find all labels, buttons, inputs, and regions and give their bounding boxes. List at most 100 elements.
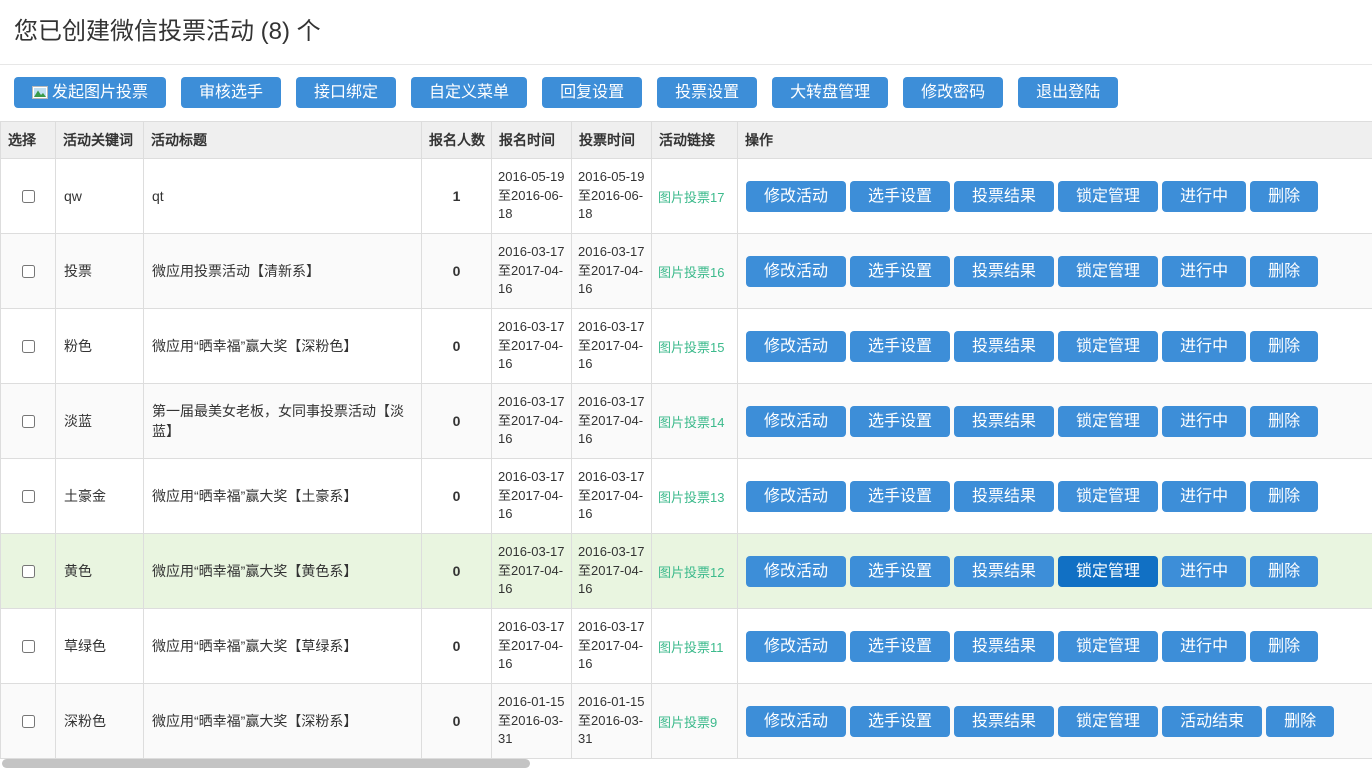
row-checkbox[interactable] <box>22 190 35 203</box>
status-button[interactable]: 进行中 <box>1162 256 1246 287</box>
title-cell: qt <box>144 159 422 234</box>
actions-cell: 修改活动选手设置投票结果锁定管理进行中删除 <box>738 459 1372 534</box>
toolbar: 发起图片投票审核选手接口绑定自定义菜单回复设置投票设置 大转盘管理 修改密码 退出登陆 <box>14 77 1372 108</box>
edit-activity-button[interactable]: 修改活动 <box>746 406 846 437</box>
edit-activity-button[interactable]: 修改活动 <box>746 181 846 212</box>
edit-activity-button[interactable]: 修改活动 <box>746 256 846 287</box>
lock-management-button[interactable]: 锁定管理 <box>1058 706 1158 737</box>
activity-link[interactable]: 图片投票9 <box>658 715 717 730</box>
status-button[interactable]: 进行中 <box>1162 406 1246 437</box>
select-cell <box>1 159 56 234</box>
toolbar-button-9[interactable]: 退出登陆 <box>1018 77 1118 108</box>
player-settings-button[interactable]: 选手设置 <box>850 631 950 662</box>
keyword-cell: 粉色 <box>56 309 144 384</box>
delete-button[interactable]: 删除 <box>1250 331 1318 362</box>
vote-results-button[interactable]: 投票结果 <box>954 631 1054 662</box>
toolbar-button-5[interactable]: 回复设置 <box>542 77 642 108</box>
toolbar-button-1[interactable]: 发起图片投票 <box>14 77 166 108</box>
vote-results-button[interactable]: 投票结果 <box>954 406 1054 437</box>
activity-link[interactable]: 图片投票14 <box>658 415 724 430</box>
activity-link[interactable]: 图片投票12 <box>658 565 724 580</box>
table-row: 草绿色微应用“晒幸福”赢大奖【草绿系】02016-03-17 至2017-04-… <box>1 609 1372 684</box>
vote-results-button[interactable]: 投票结果 <box>954 256 1054 287</box>
lock-management-button[interactable]: 锁定管理 <box>1058 481 1158 512</box>
divider <box>0 64 1372 65</box>
delete-button[interactable]: 删除 <box>1266 706 1334 737</box>
activity-link[interactable]: 图片投票16 <box>658 265 724 280</box>
player-settings-button[interactable]: 选手设置 <box>850 181 950 212</box>
delete-button[interactable]: 删除 <box>1250 256 1318 287</box>
player-settings-button[interactable]: 选手设置 <box>850 256 950 287</box>
toolbar-button-label: 大转盘管理 <box>790 83 870 102</box>
vote-results-button[interactable]: 投票结果 <box>954 331 1054 362</box>
toolbar-button-6[interactable]: 投票设置 <box>657 77 757 108</box>
vote-time-cell: 2016-03-17 至2017-04-16 <box>572 534 652 609</box>
toolbar-button-8[interactable]: 修改密码 <box>903 77 1003 108</box>
signup-count-cell: 0 <box>422 684 492 759</box>
vote-results-button[interactable]: 投票结果 <box>954 181 1054 212</box>
vote-results-button[interactable]: 投票结果 <box>954 481 1054 512</box>
lock-management-button[interactable]: 锁定管理 <box>1058 181 1158 212</box>
column-header: 活动链接 <box>652 122 738 159</box>
edit-activity-button[interactable]: 修改活动 <box>746 631 846 662</box>
player-settings-button[interactable]: 选手设置 <box>850 406 950 437</box>
edit-activity-button[interactable]: 修改活动 <box>746 556 846 587</box>
edit-activity-button[interactable]: 修改活动 <box>746 481 846 512</box>
row-checkbox[interactable] <box>22 715 35 728</box>
column-header: 活动标题 <box>144 122 422 159</box>
row-checkbox[interactable] <box>22 490 35 503</box>
status-button[interactable]: 进行中 <box>1162 556 1246 587</box>
edit-activity-button[interactable]: 修改活动 <box>746 706 846 737</box>
title-cell: 微应用投票活动【清新系】 <box>144 234 422 309</box>
row-checkbox[interactable] <box>22 415 35 428</box>
row-checkbox[interactable] <box>22 565 35 578</box>
delete-button[interactable]: 删除 <box>1250 181 1318 212</box>
activity-link[interactable]: 图片投票17 <box>658 190 724 205</box>
delete-button[interactable]: 删除 <box>1250 481 1318 512</box>
row-checkbox[interactable] <box>22 340 35 353</box>
lock-management-button[interactable]: 锁定管理 <box>1058 406 1158 437</box>
horizontal-scrollbar[interactable] <box>2 759 530 768</box>
lock-management-button[interactable]: 锁定管理 <box>1058 331 1158 362</box>
activity-link[interactable]: 图片投票11 <box>658 640 724 655</box>
vote-results-button[interactable]: 投票结果 <box>954 556 1054 587</box>
status-button[interactable]: 活动结束 <box>1162 706 1262 737</box>
toolbar-button-2[interactable]: 审核选手 <box>181 77 281 108</box>
activity-link[interactable]: 图片投票15 <box>658 340 724 355</box>
player-settings-button[interactable]: 选手设置 <box>850 331 950 362</box>
player-settings-button[interactable]: 选手设置 <box>850 556 950 587</box>
signup-count-cell: 0 <box>422 234 492 309</box>
column-header: 选择 <box>1 122 56 159</box>
status-button[interactable]: 进行中 <box>1162 181 1246 212</box>
vote-results-button[interactable]: 投票结果 <box>954 706 1054 737</box>
edit-activity-button[interactable]: 修改活动 <box>746 331 846 362</box>
status-button[interactable]: 进行中 <box>1162 631 1246 662</box>
column-header: 报名时间 <box>492 122 572 159</box>
delete-button[interactable]: 删除 <box>1250 406 1318 437</box>
delete-button[interactable]: 删除 <box>1250 556 1318 587</box>
player-settings-button[interactable]: 选手设置 <box>850 481 950 512</box>
keyword-cell: 淡蓝 <box>56 384 144 459</box>
signup-count-cell: 1 <box>422 159 492 234</box>
lock-management-button[interactable]: 锁定管理 <box>1058 631 1158 662</box>
actions-cell: 修改活动选手设置投票结果锁定管理进行中删除 <box>738 234 1372 309</box>
activity-link[interactable]: 图片投票13 <box>658 490 724 505</box>
select-cell <box>1 684 56 759</box>
toolbar-button-4[interactable]: 自定义菜单 <box>411 77 527 108</box>
activity-link-cell: 图片投票17 <box>652 159 738 234</box>
delete-button[interactable]: 删除 <box>1250 631 1318 662</box>
player-settings-button[interactable]: 选手设置 <box>850 706 950 737</box>
row-checkbox[interactable] <box>22 640 35 653</box>
lock-management-button[interactable]: 锁定管理 <box>1058 256 1158 287</box>
lock-management-button[interactable]: 锁定管理 <box>1058 556 1158 587</box>
picture-icon <box>32 86 48 99</box>
vote-time-cell: 2016-03-17 至2017-04-16 <box>572 309 652 384</box>
row-checkbox[interactable] <box>22 265 35 278</box>
toolbar-button-3[interactable]: 接口绑定 <box>296 77 396 108</box>
toolbar-button-7[interactable]: 大转盘管理 <box>772 77 888 108</box>
actions-cell: 修改活动选手设置投票结果锁定管理进行中删除 <box>738 534 1372 609</box>
toolbar-button-label: 修改密码 <box>921 83 985 102</box>
status-button[interactable]: 进行中 <box>1162 481 1246 512</box>
activity-link-cell: 图片投票11 <box>652 609 738 684</box>
status-button[interactable]: 进行中 <box>1162 331 1246 362</box>
